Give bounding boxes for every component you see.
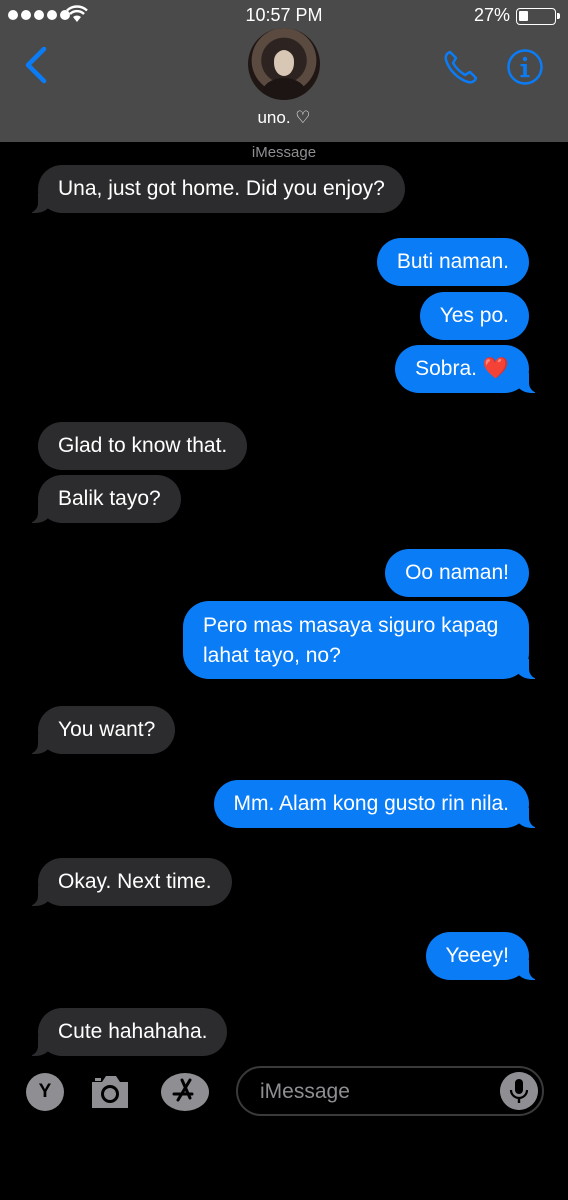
message-outgoing[interactable]: Buti naman. [376,238,529,286]
message-incoming[interactable]: Una, just got home. Did you enjoy? [28,165,405,213]
app-store-icon[interactable] [160,1072,210,1112]
back-chevron-icon[interactable] [20,45,50,85]
message-incoming[interactable]: Glad to know that. [38,422,248,470]
message-incoming[interactable]: Okay. Next time. [28,858,232,906]
info-icon[interactable] [506,48,544,86]
message-outgoing[interactable]: Mm. Alam kong gusto rin nila. [213,780,540,828]
message-text: Sobra. [415,357,477,380]
service-label: iMessage [251,144,317,161]
message-outgoing[interactable]: Oo naman! [385,549,529,597]
battery-percentage: 27% [473,5,510,25]
camera-icon[interactable] [88,1074,132,1110]
message-input-placeholder: iMessage [260,1080,350,1103]
conversation-header: 10:57 PM 27% uno. ♡ [0,0,568,142]
message-incoming[interactable]: You want? [27,706,176,754]
message-input[interactable]: iMessage [236,1066,544,1116]
message-outgoing[interactable]: Pero mas masaya siguro kapag lahat tayo,… [183,601,539,679]
microphone-icon[interactable] [500,1072,538,1110]
message-incoming[interactable]: Cute hahahaha. [27,1008,228,1056]
apps-button[interactable]: Y [26,1073,64,1111]
message-outgoing[interactable]: Yes po. [419,292,529,340]
message-incoming[interactable]: Balik tayo? [28,475,181,523]
message-outgoing[interactable]: Sobra. ❤️ [395,345,539,393]
phone-icon[interactable] [442,48,480,86]
heart-emoji: ❤️ [482,357,509,380]
contact-avatar[interactable] [248,28,320,100]
contact-name[interactable]: uno. ♡ [0,108,568,128]
battery-icon [516,8,560,25]
status-bar: 10:57 PM 27% [0,0,568,30]
message-outgoing[interactable]: Yeeey! [425,932,540,980]
